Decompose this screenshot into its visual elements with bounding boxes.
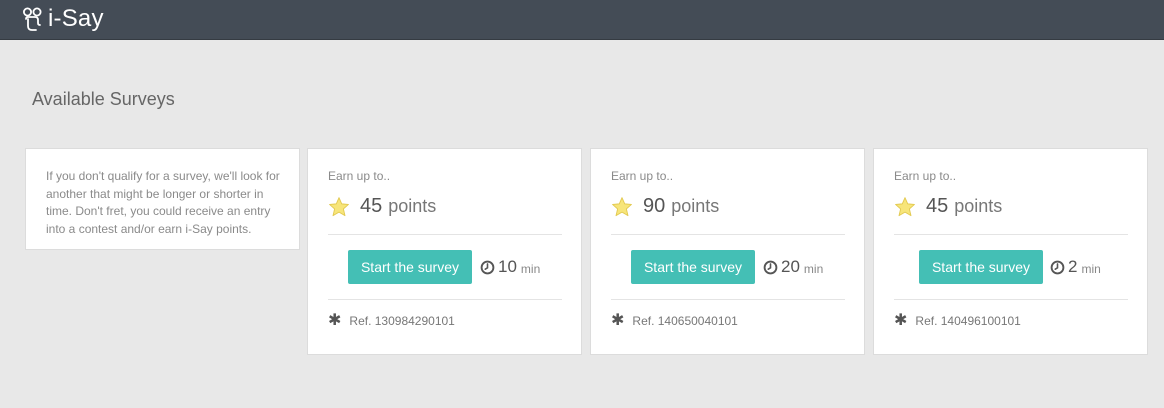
- page-title: Available Surveys: [32, 89, 175, 109]
- points-label: points: [671, 196, 720, 216]
- reference-number: Ref. 140496100101: [915, 314, 1021, 328]
- duration: 20 min: [763, 257, 823, 277]
- points-row: 45 points: [894, 195, 1002, 218]
- duration: 10 min: [480, 257, 540, 277]
- divider: [328, 299, 562, 300]
- clock-icon: [480, 260, 495, 274]
- app-name: i-Say: [48, 5, 104, 32]
- duration-unit: min: [1081, 261, 1101, 276]
- clock-icon: [1050, 260, 1065, 274]
- info-text-line: If you don't qualify for a survey, we'll…: [46, 169, 280, 183]
- survey-card: Earn up to.. 45 points Start the survey …: [873, 148, 1148, 355]
- duration-value: 2: [1068, 257, 1078, 276]
- asterisk-icon: ✱: [611, 312, 625, 329]
- divider: [894, 299, 1128, 300]
- points-label: points: [954, 196, 1003, 216]
- start-survey-button[interactable]: Start the survey: [348, 250, 472, 284]
- top-navbar: i-Say: [0, 0, 1164, 40]
- survey-card: Earn up to.. 90 points Start the survey …: [590, 148, 865, 355]
- i-say-logo-icon: [23, 7, 42, 31]
- survey-card: Earn up to.. 45 points Start the survey …: [307, 148, 582, 355]
- reference-number: Ref. 130984290101: [349, 314, 455, 328]
- info-text-line: time. Don't fret, you could receive an e…: [46, 204, 271, 218]
- divider: [894, 234, 1128, 235]
- start-survey-button[interactable]: Start the survey: [631, 250, 755, 284]
- divider: [611, 299, 845, 300]
- info-text-line: another that might be longer or shorter …: [46, 186, 264, 201]
- duration-value: 20: [781, 257, 800, 276]
- reference-row: ✱ Ref. 140650040101: [611, 312, 738, 329]
- earn-label: Earn up to..: [328, 169, 391, 183]
- info-text-line: into a contest and/or earn i-Say points.: [46, 221, 252, 236]
- star-icon: [612, 196, 632, 216]
- earn-label: Earn up to..: [894, 169, 957, 183]
- points-value: 45: [360, 195, 383, 217]
- clock-icon: [763, 260, 778, 274]
- divider: [611, 234, 845, 235]
- asterisk-icon: ✱: [328, 312, 342, 329]
- points-value: 45: [926, 195, 949, 217]
- points-row: 45 points: [328, 195, 436, 218]
- star-icon: [895, 196, 915, 216]
- points-value: 90: [643, 195, 666, 217]
- earn-label: Earn up to..: [611, 169, 674, 183]
- asterisk-icon: ✱: [894, 312, 908, 329]
- points-row: 90 points: [611, 195, 719, 218]
- points-label: points: [388, 196, 437, 216]
- duration: 2 min: [1050, 257, 1101, 277]
- divider: [328, 234, 562, 235]
- reference-row: ✱ Ref. 140496100101: [894, 312, 1021, 329]
- duration-unit: min: [803, 261, 824, 276]
- app-logo[interactable]: i-Say: [22, 2, 104, 36]
- start-survey-button[interactable]: Start the survey: [919, 250, 1043, 284]
- info-card: If you don't qualify for a survey, we'll…: [25, 148, 300, 250]
- reference-number: Ref. 140650040101: [632, 314, 738, 328]
- duration-unit: min: [520, 261, 541, 276]
- star-icon: [329, 196, 349, 216]
- duration-value: 10: [498, 257, 517, 276]
- reference-row: ✱ Ref. 130984290101: [328, 312, 455, 329]
